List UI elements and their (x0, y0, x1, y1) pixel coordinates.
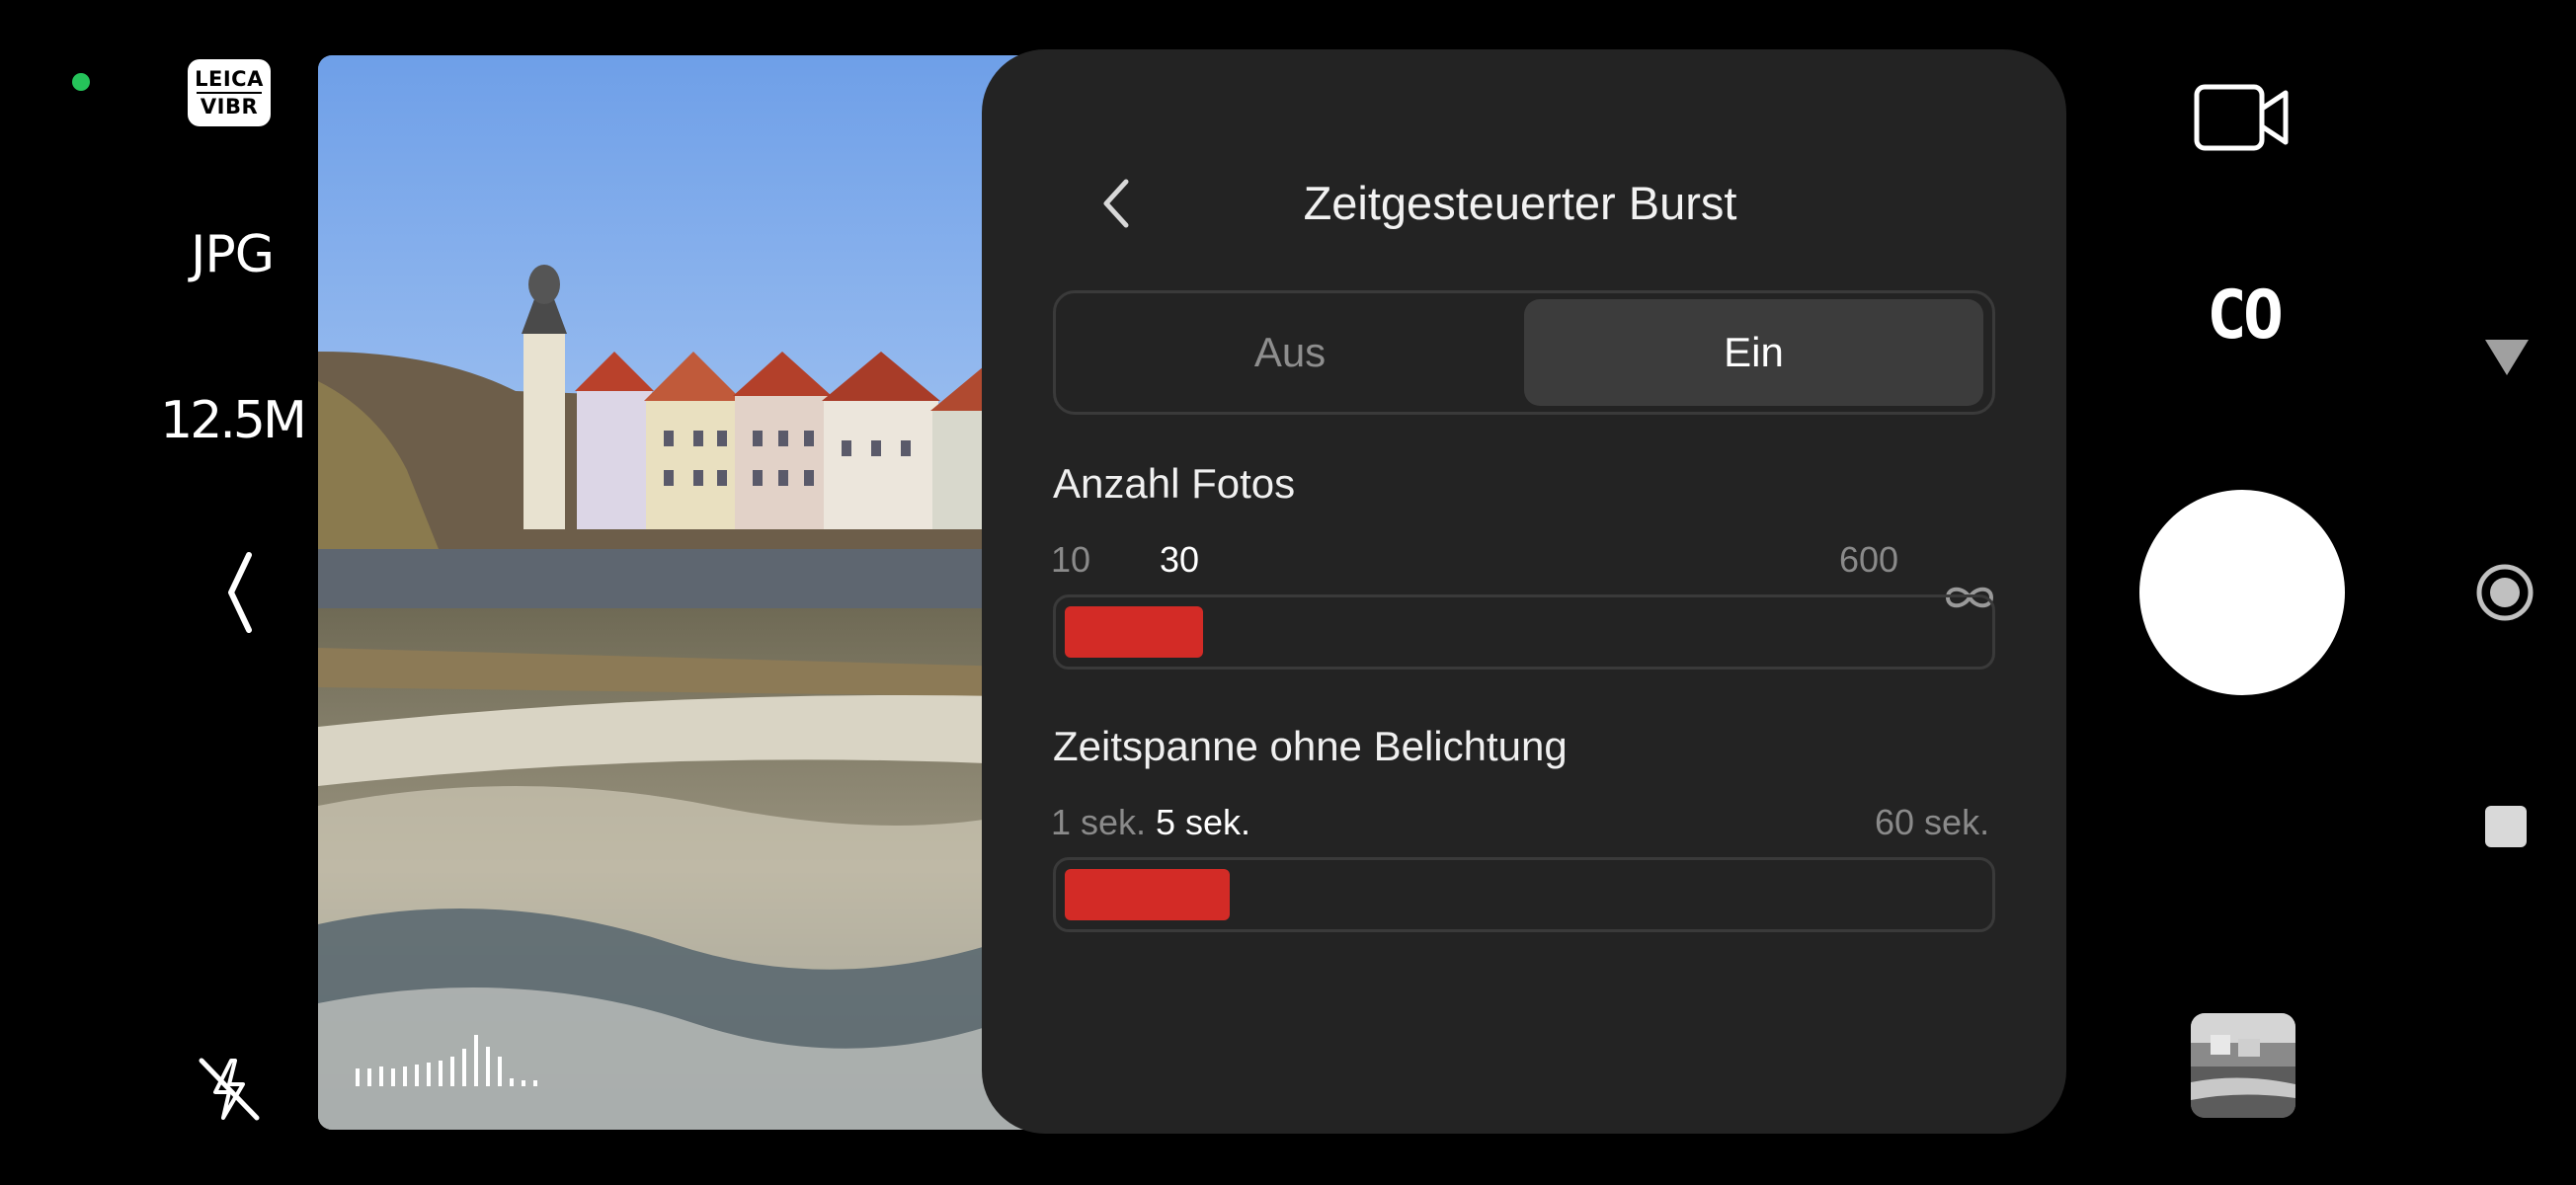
interval-min: 1 sek. (1051, 802, 1147, 842)
preview-image (318, 55, 1049, 1130)
back-button[interactable] (1081, 168, 1152, 239)
photo-count-min: 10 (1051, 539, 1091, 580)
leica-vibrant-badge[interactable]: LEICA VIBR (188, 59, 271, 126)
triangle-down-icon[interactable] (2481, 336, 2533, 379)
timed-burst-panel: Zeitgesteuerter Burst Aus Ein Anzahl Fot… (982, 49, 2066, 1134)
photo-count-value: 30 (1160, 539, 1200, 580)
shutter-button[interactable] (2139, 490, 2345, 695)
interval-value: 5 sek. (1156, 802, 1251, 842)
panel-title: Zeitgesteuerter Burst (1303, 177, 1737, 229)
stop-square-icon[interactable] (2485, 806, 2527, 847)
badge-style-text: VIBR (197, 92, 262, 118)
toggle-on-option[interactable]: Ein (1524, 299, 1983, 406)
burst-toggle: Aus Ein (1053, 290, 1995, 415)
flash-off-icon[interactable] (194, 1053, 265, 1124)
toggle-off-option[interactable]: Aus (1062, 299, 1518, 406)
audio-level-meter (356, 1035, 537, 1086)
interval-slider-fill (1065, 869, 1230, 920)
interval-max: 60 sek. (1875, 802, 1990, 842)
chevron-left-icon (1103, 179, 1129, 228)
photo-count-slider-fill (1065, 606, 1203, 658)
photo-count-label: Anzahl Fotos (1053, 460, 1296, 507)
camera-viewfinder[interactable] (318, 55, 1049, 1130)
radio-target-icon[interactable] (2475, 563, 2535, 622)
camera-active-dot (72, 73, 90, 91)
photo-count-max: 600 (1839, 539, 1899, 580)
photo-count-slider[interactable] (1053, 594, 1995, 670)
resolution-button[interactable]: 12.5M (148, 391, 316, 450)
color-style-button[interactable]: CO (2189, 276, 2297, 355)
interval-slider[interactable] (1053, 857, 1995, 932)
video-camera-icon[interactable] (2193, 81, 2292, 154)
gallery-thumbnail[interactable] (2191, 1013, 2295, 1118)
collapse-chevron-icon[interactable] (219, 551, 259, 634)
badge-brand-text: LEICA (195, 66, 264, 91)
thumbnail-image (2191, 1013, 2295, 1118)
image-format-button[interactable]: JPG (158, 225, 306, 284)
interval-label: Zeitspanne ohne Belichtung (1053, 723, 1568, 769)
